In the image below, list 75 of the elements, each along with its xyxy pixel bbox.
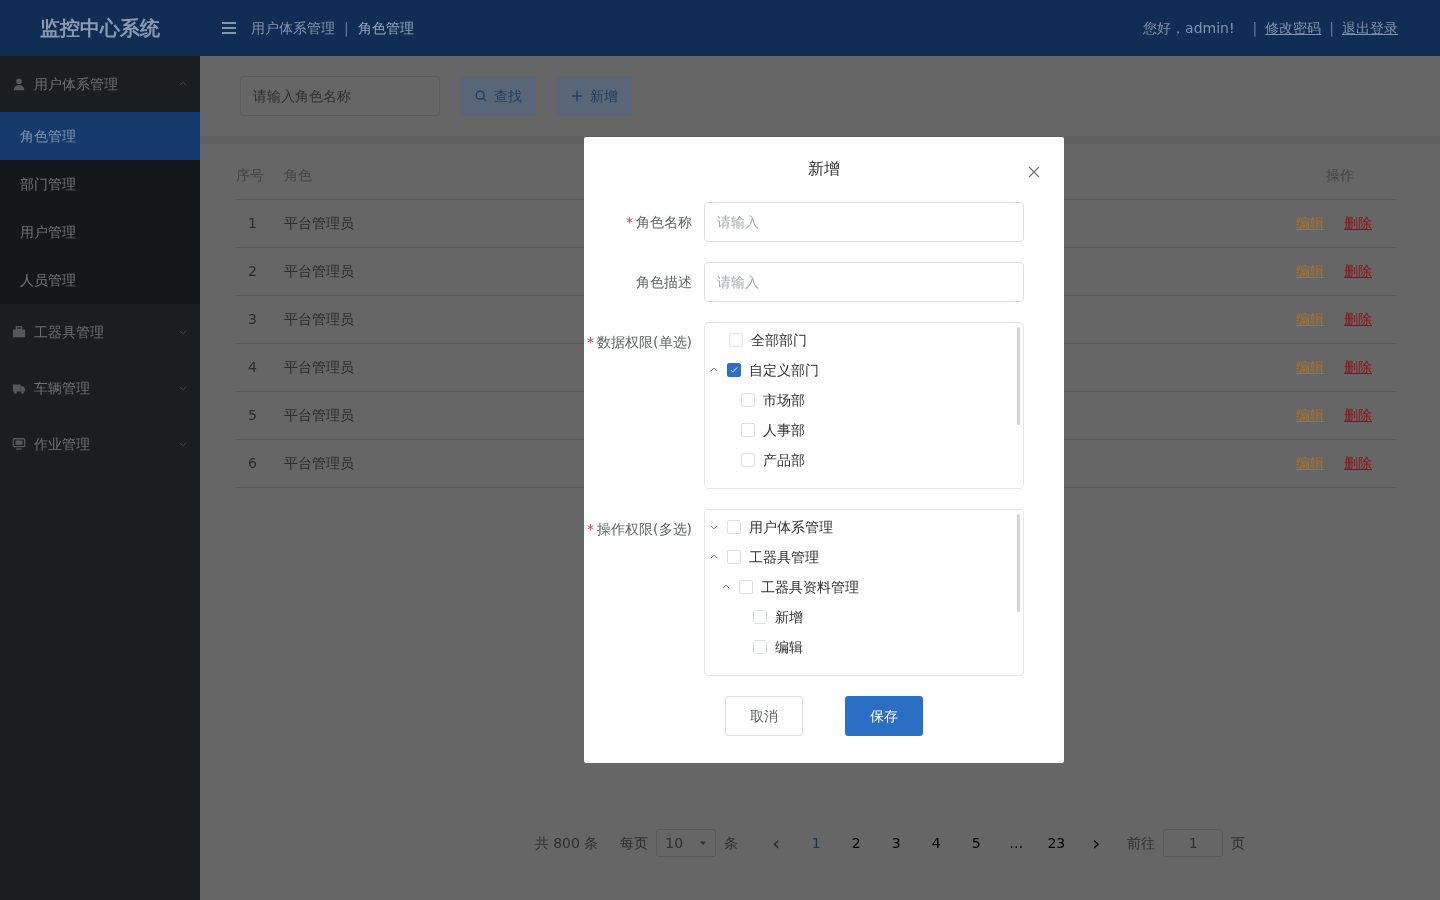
field-label: 数据权限(单选) xyxy=(597,334,692,350)
caret-down-icon xyxy=(699,839,708,847)
table-cell-text: 6 xyxy=(247,454,258,473)
cancel-button[interactable]: 取消 xyxy=(725,696,803,736)
tree-node-label: 新增 xyxy=(775,607,803,627)
next-page-button[interactable]: › xyxy=(1080,828,1113,858)
sidebar-group[interactable]: 作业管理 xyxy=(0,416,200,472)
page-button[interactable]: 23 xyxy=(1040,832,1073,854)
input-field[interactable]: 请输入 xyxy=(704,262,1024,302)
table-cell-text: 4 xyxy=(247,358,258,377)
page-button[interactable]: 2 xyxy=(840,832,873,854)
dialog-title: 新增 xyxy=(808,158,840,180)
search-icon xyxy=(474,89,488,103)
breadcrumb-item[interactable]: 用户体系管理 xyxy=(251,17,335,39)
chevron-down-icon xyxy=(178,439,188,449)
link-separator: | xyxy=(1329,18,1334,39)
sidebar-group[interactable]: 车辆管理 xyxy=(0,360,200,416)
tree-node-label: 编辑 xyxy=(775,637,803,657)
page-button[interactable]: 5 xyxy=(960,832,993,854)
input-field[interactable]: 请输入 xyxy=(704,202,1024,242)
chevron-down-icon[interactable] xyxy=(709,522,719,532)
toolbox-icon xyxy=(12,325,26,339)
page-size-select[interactable]: 10 xyxy=(656,829,717,857)
page-button[interactable]: … xyxy=(1000,832,1033,854)
chevron-up-icon xyxy=(178,79,188,89)
sidebar-item[interactable]: 人员管理 xyxy=(0,256,200,304)
search-button[interactable]: 查找 xyxy=(460,76,536,116)
sidebar-item[interactable]: 角色管理 xyxy=(0,112,200,160)
breadcrumb-item: 角色管理 xyxy=(357,18,414,38)
field-label: 角色描述 xyxy=(636,274,692,290)
chevron-down-icon xyxy=(178,383,188,393)
add-button[interactable]: 新增 xyxy=(556,76,632,116)
sidebar-item[interactable]: 用户管理 xyxy=(0,208,200,256)
page-button[interactable]: 3 xyxy=(880,832,913,854)
table-cell-text: 2 xyxy=(247,262,258,281)
field-label: 角色名称 xyxy=(636,214,692,230)
tree-node-label: 工器具管理 xyxy=(749,547,819,567)
tree-node-label: 市场部 xyxy=(763,390,805,410)
prev-page-button[interactable]: ‹ xyxy=(760,828,793,858)
goto-page-field[interactable]: 1 xyxy=(1163,829,1224,857)
menu-icon[interactable] xyxy=(221,20,237,36)
header-link[interactable]: 退出登录 xyxy=(1342,17,1398,39)
tree-node-label: 产品部 xyxy=(763,450,805,470)
header-link[interactable]: 修改密码 xyxy=(1265,17,1322,39)
tree-node-label: 自定义部门 xyxy=(749,360,819,380)
sidebar-group[interactable]: 工器具管理 xyxy=(0,304,200,360)
page-button[interactable]: 4 xyxy=(920,832,953,854)
tree-node-label: 全部部门 xyxy=(751,330,807,350)
person-icon xyxy=(12,77,26,91)
link-separator: | xyxy=(1252,18,1258,39)
plus-icon xyxy=(570,89,584,103)
tree-node-label: 用户体系管理 xyxy=(749,517,833,537)
sidebar-group[interactable]: 用户体系管理 xyxy=(0,56,200,112)
required-mark: * xyxy=(626,214,633,230)
chevron-up-icon[interactable] xyxy=(709,365,719,375)
check-icon xyxy=(729,365,739,375)
chevron-up-icon[interactable] xyxy=(709,552,719,562)
table-cell-text: 1 xyxy=(247,214,258,233)
field-label: 操作权限(多选) xyxy=(597,521,692,537)
required-mark: * xyxy=(587,334,595,350)
tree-node-label: 人事部 xyxy=(763,420,805,440)
tree-node-label: 工器具资料管理 xyxy=(761,577,859,597)
app-title: 监控中心系统 xyxy=(40,16,160,40)
table-cell-text: 5 xyxy=(247,406,258,425)
sidebar-item[interactable]: 部门管理 xyxy=(0,160,200,208)
chevron-up-icon[interactable] xyxy=(721,582,731,592)
breadcrumb-separator: | xyxy=(344,18,349,39)
greeting-text: 您好，admin! xyxy=(1143,18,1235,38)
chevron-down-icon xyxy=(178,327,188,337)
table-cell-text: 3 xyxy=(247,310,258,329)
save-button[interactable]: 保存 xyxy=(845,696,923,736)
checkbox[interactable] xyxy=(727,363,741,377)
monitor-icon xyxy=(12,437,26,451)
required-mark: * xyxy=(587,521,595,537)
page-button[interactable]: 1 xyxy=(800,832,833,854)
